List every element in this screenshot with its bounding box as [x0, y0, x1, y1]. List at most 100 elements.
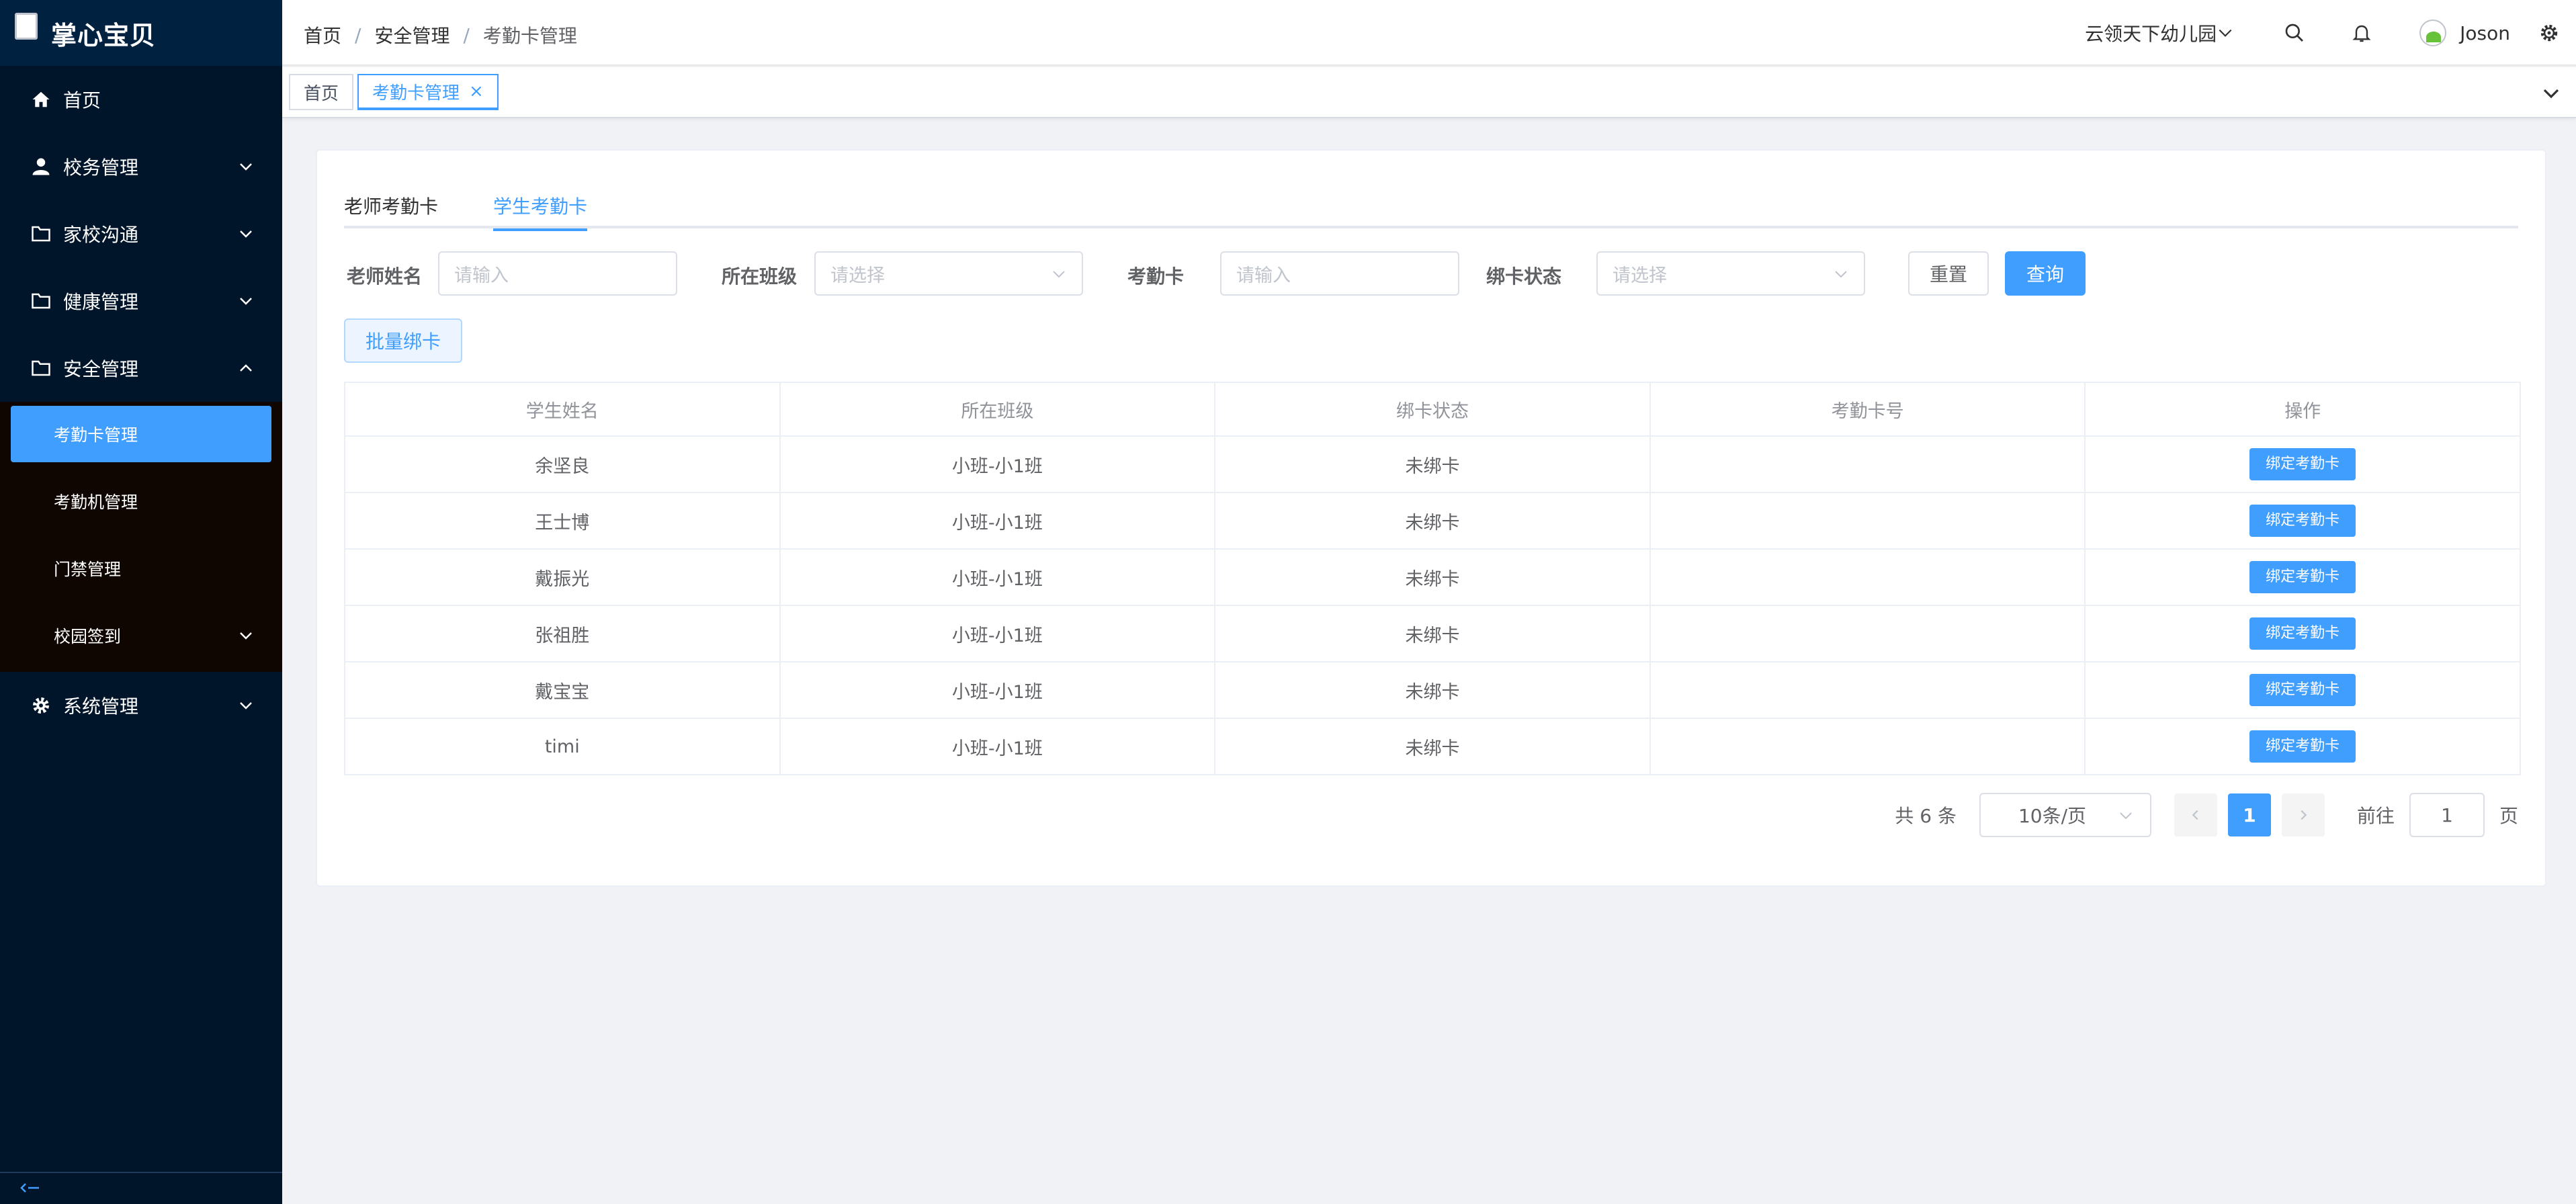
school-name: 云领天下幼儿园	[2085, 23, 2217, 45]
column-header: 操作	[2084, 382, 2521, 437]
tag-home[interactable]: 首页	[289, 74, 354, 110]
sidebar-item-label: 校务管理	[63, 157, 139, 179]
sidebar-item-school-affairs[interactable]: 校务管理	[0, 133, 282, 200]
avatar[interactable]	[2419, 19, 2447, 46]
bell-icon[interactable]	[2350, 21, 2374, 45]
home-icon	[30, 88, 52, 111]
logo[interactable]: 掌心宝贝	[0, 0, 282, 66]
card-type-tabs: 老师考勤卡 学生考勤卡	[344, 185, 2518, 231]
class-placeholder: 请选择	[830, 265, 885, 286]
bind-status-placeholder: 请选择	[1613, 265, 1667, 286]
page-size-value: 10条/页	[2018, 805, 2087, 827]
chevron-down-icon	[240, 702, 252, 710]
student-name-cell: 王士博	[344, 492, 781, 550]
chevron-down-icon	[240, 230, 252, 238]
table-row: 戴宝宝 小班-小1班 未绑卡 绑定考勤卡	[344, 661, 2521, 719]
tab-student-card[interactable]: 学生考勤卡	[493, 185, 588, 231]
chevron-down-icon[interactable]	[2541, 83, 2561, 103]
main-card: 老师考勤卡 学生考勤卡 老师姓名 请输入 所在班级 请选择 考勤卡 请输入 绑卡…	[316, 149, 2546, 887]
bind-card-button[interactable]: 绑定考勤卡	[2249, 674, 2356, 706]
chevron-down-icon	[1053, 271, 1065, 278]
sidebar-item-attendance-card[interactable]: 考勤卡管理	[11, 406, 271, 462]
chevron-down-icon	[1835, 271, 1847, 278]
card-number-cell	[1649, 605, 2086, 662]
sidebar-item-label: 考勤机管理	[54, 492, 138, 512]
class-cell: 小班-小1班	[779, 605, 1216, 662]
class-cell: 小班-小1班	[779, 548, 1216, 606]
table-row: 戴振光 小班-小1班 未绑卡 绑定考勤卡	[344, 548, 2521, 606]
query-button[interactable]: 查询	[2005, 251, 2086, 296]
security-submenu: 考勤卡管理 考勤机管理 门禁管理 校园签到	[0, 402, 282, 672]
reset-button[interactable]: 重置	[1908, 251, 1989, 296]
bind-status-select[interactable]: 请选择	[1596, 251, 1865, 296]
student-name-cell: 余坚良	[344, 435, 781, 493]
sidebar-item-attendance-machine[interactable]: 考勤机管理	[0, 468, 282, 535]
sidebar-item-access-control[interactable]: 门禁管理	[0, 535, 282, 602]
table-header-row: 学生姓名 所在班级 绑卡状态 考勤卡号 操作	[344, 382, 2521, 437]
sidebar-item-home[interactable]: 首页	[0, 66, 282, 133]
folder-icon	[30, 357, 52, 380]
student-name-cell: 张祖胜	[344, 605, 781, 662]
page-number-button[interactable]: 1	[2227, 793, 2271, 836]
header-actions: 云领天下幼儿园 Joson	[2085, 0, 2576, 66]
chevron-left-icon	[2192, 810, 2198, 820]
tab-teacher-card[interactable]: 老师考勤卡	[344, 185, 438, 228]
student-name-cell: 戴宝宝	[344, 661, 781, 719]
action-cell: 绑定考勤卡	[2084, 605, 2521, 662]
goto-page-input[interactable]: 1	[2409, 793, 2485, 837]
collapse-sidebar-button[interactable]	[0, 1172, 282, 1204]
bind-card-button[interactable]: 绑定考勤卡	[2249, 505, 2356, 537]
batch-bind-button[interactable]: 批量绑卡	[344, 318, 462, 363]
teacher-name-input[interactable]: 请输入	[438, 251, 677, 296]
sidebar-item-campus-signin[interactable]: 校园签到	[0, 602, 282, 669]
action-cell: 绑定考勤卡	[2084, 661, 2521, 719]
close-icon[interactable]: ×	[469, 81, 484, 101]
gear-icon	[30, 694, 52, 717]
page-suffix: 页	[2499, 805, 2518, 827]
student-card-table: 学生姓名 所在班级 绑卡状态 考勤卡号 操作 余坚良 小班-小1班 未绑卡 绑定…	[344, 382, 2521, 775]
action-cell: 绑定考勤卡	[2084, 548, 2521, 606]
school-selector[interactable]: 云领天下幼儿园	[2085, 19, 2234, 46]
card-input[interactable]: 请输入	[1220, 251, 1459, 296]
table-row: timi 小班-小1班 未绑卡 绑定考勤卡	[344, 718, 2521, 775]
settings-gear-icon[interactable]	[2537, 21, 2561, 45]
sidebar-item-home-school[interactable]: 家校沟通	[0, 200, 282, 267]
sidebar-item-system[interactable]: 系统管理	[0, 672, 282, 739]
breadcrumb-security[interactable]: 安全管理	[374, 22, 449, 48]
chevron-up-icon	[240, 364, 252, 372]
teacher-name-placeholder: 请输入	[454, 265, 509, 286]
search-icon[interactable]	[2282, 21, 2307, 45]
breadcrumb: 首页 / 安全管理 / 考勤卡管理	[304, 22, 577, 48]
bind-card-button[interactable]: 绑定考勤卡	[2249, 617, 2356, 650]
breadcrumb-home[interactable]: 首页	[304, 22, 341, 48]
tag-label: 首页	[304, 83, 339, 104]
card-number-cell	[1649, 492, 2086, 550]
bind-card-button[interactable]: 绑定考勤卡	[2249, 561, 2356, 593]
tag-label: 考勤卡管理	[372, 83, 460, 103]
prev-page-button[interactable]	[2174, 793, 2217, 836]
sidebar-item-health[interactable]: 健康管理	[0, 267, 282, 335]
tags-view-bar: 首页 考勤卡管理 ×	[282, 67, 2576, 118]
bind-card-button[interactable]: 绑定考勤卡	[2249, 730, 2356, 763]
column-header: 所在班级	[779, 382, 1216, 437]
chevron-down-icon	[240, 298, 252, 305]
class-select[interactable]: 请选择	[814, 251, 1083, 296]
goto-label: 前往	[2356, 805, 2395, 827]
bind-card-button[interactable]: 绑定考勤卡	[2249, 448, 2356, 480]
page-size-select[interactable]: 10条/页	[1979, 793, 2151, 837]
sidebar-item-label: 安全管理	[63, 358, 139, 380]
card-number-cell	[1649, 548, 2086, 606]
tag-attendance-card[interactable]: 考勤卡管理 ×	[357, 74, 499, 110]
class-cell: 小班-小1班	[779, 435, 1216, 493]
username[interactable]: Joson	[2460, 22, 2510, 44]
next-page-button[interactable]	[2281, 793, 2325, 836]
column-header: 学生姓名	[344, 382, 781, 437]
sidebar-item-security[interactable]: 安全管理	[0, 335, 282, 402]
bind-status-label: 绑卡状态	[1486, 265, 1562, 288]
top-header: 首页 / 安全管理 / 考勤卡管理 云领天下幼儿园 Joson	[282, 0, 2576, 66]
sidebar-item-label: 健康管理	[63, 291, 139, 313]
user-icon	[30, 155, 52, 178]
table-row: 余坚良 小班-小1班 未绑卡 绑定考勤卡	[344, 435, 2521, 493]
class-label: 所在班级	[722, 265, 798, 288]
card-label: 考勤卡	[1127, 265, 1185, 288]
